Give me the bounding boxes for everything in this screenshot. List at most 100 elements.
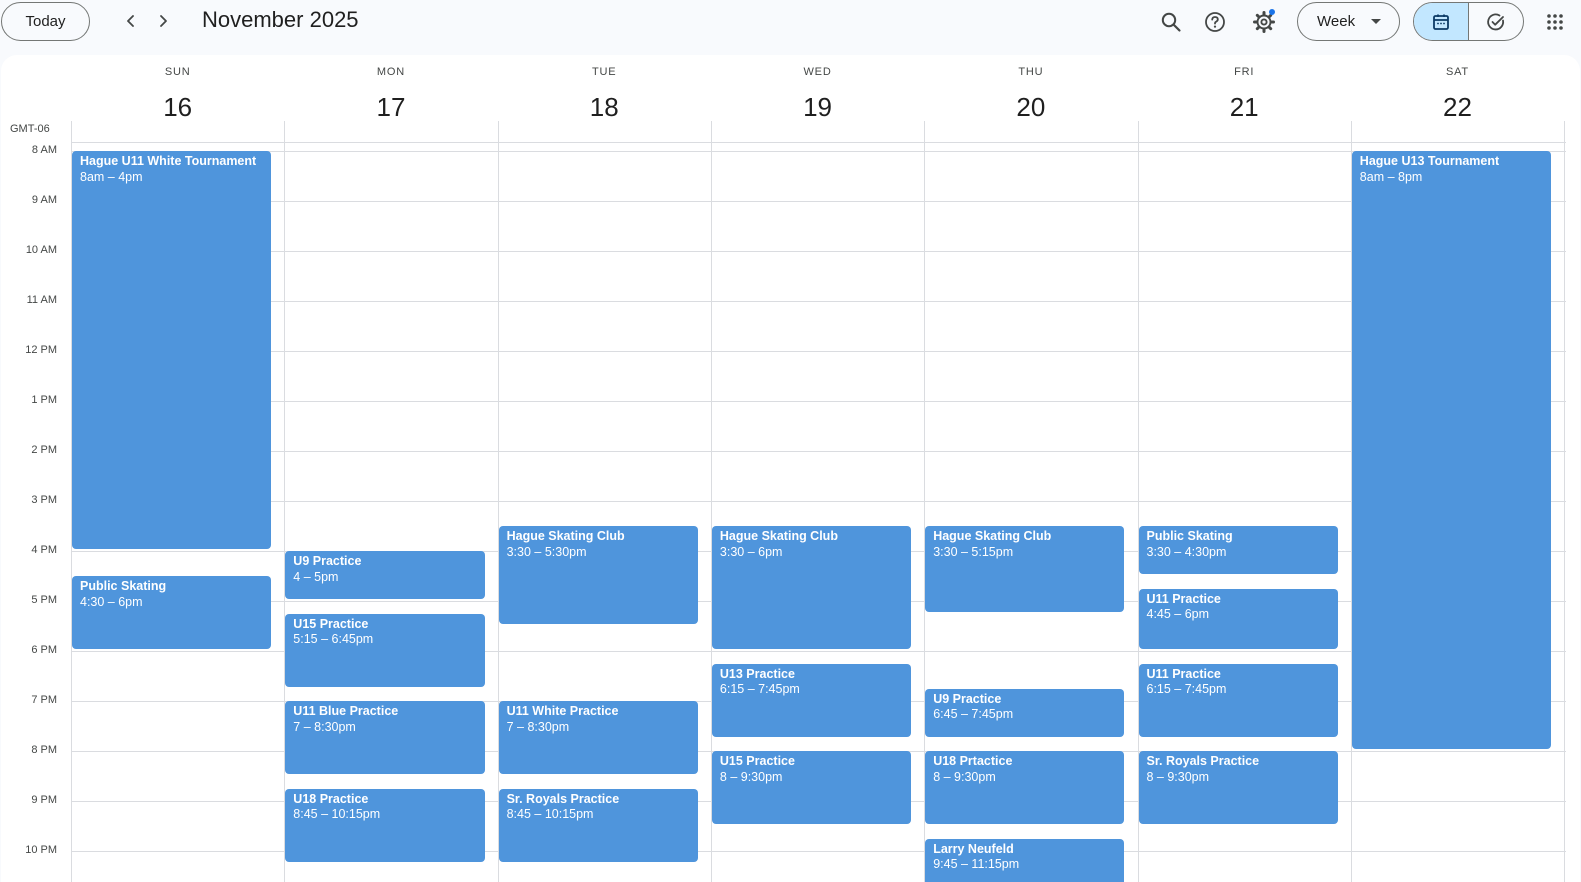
calendar-event[interactable]: U18 Prtactice 8 – 9:30pm: [925, 751, 1125, 824]
calendar-icon: [1432, 14, 1449, 30]
day-number[interactable]: 16: [71, 92, 284, 123]
day-of-week: SAT: [1445, 66, 1469, 78]
event-title: U11 White Practice: [506, 704, 619, 718]
event-time: 8am – 4pm: [80, 169, 143, 184]
day-of-week: FRI: [1234, 66, 1255, 78]
calendar-event[interactable]: U13 Practice 6:15 – 7:45pm: [711, 663, 912, 737]
day-header-fri[interactable]: FRI 21: [1138, 55, 1351, 143]
calendar-event[interactable]: U11 White Practice 7 – 8:30pm: [498, 701, 698, 774]
calendar-event[interactable]: Sr. Royals Practice 8:45 – 10:15pm: [498, 788, 698, 862]
calendar-event[interactable]: Hague U11 White Tournament 8am – 4pm: [72, 151, 272, 549]
tasks-view-button[interactable]: [1469, 3, 1524, 40]
chevron-left-icon: [127, 15, 134, 27]
event-title: U18 Practice: [293, 791, 369, 806]
day-header-thu[interactable]: THU 20: [924, 55, 1137, 143]
calendar-event[interactable]: U11 Blue Practice 7 – 8:30pm: [285, 701, 485, 774]
calendar-event[interactable]: U18 Practice 8:45 – 10:15pm: [285, 788, 485, 862]
hour-label: 10 PM: [25, 844, 57, 856]
day-number[interactable]: 20: [924, 92, 1137, 123]
day-number[interactable]: 17: [284, 92, 497, 123]
event-time: 8am – 8pm: [1359, 169, 1423, 184]
event-time: 3:30 – 4:30pm: [1146, 544, 1227, 559]
calendar-view-button[interactable]: [1414, 3, 1469, 40]
timezone-label: GMT-06: [10, 123, 50, 135]
calendar-event[interactable]: Public Skating 4:30 – 6pm: [72, 576, 272, 649]
hour-label: 6 PM: [31, 644, 57, 656]
event-title: Sr. Royals Practice: [506, 791, 620, 806]
hour-label: 9 PM: [31, 794, 57, 806]
event-time: 4:30 – 6pm: [80, 594, 143, 609]
previous-week-button[interactable]: [118, 8, 144, 34]
month-title: November 2025: [202, 7, 359, 32]
event-time: 5:15 – 6:45pm: [293, 632, 374, 646]
event-title: Hague Skating Club: [933, 529, 1052, 543]
day-of-week: MON: [376, 66, 405, 78]
event-title: Sr. Royals Practice: [1146, 754, 1260, 768]
day-header-wed[interactable]: WED 19: [711, 55, 924, 143]
event-time: 8:45 – 10:15pm: [506, 807, 594, 821]
day-number[interactable]: 22: [1351, 92, 1564, 123]
event-title: U11 Practice: [1146, 666, 1221, 681]
calendar-event[interactable]: Hague Skating Club 3:30 – 5:15pm: [925, 526, 1125, 612]
calendar-event[interactable]: U11 Practice 4:45 – 6pm: [1138, 588, 1338, 649]
calendar-event[interactable]: Hague U13 Tournament 8am – 8pm: [1351, 151, 1552, 749]
day-header-sun[interactable]: SUN 16: [71, 55, 284, 143]
calendar-event[interactable]: Sr. Royals Practice 8 – 9:30pm: [1138, 751, 1338, 824]
apps-grid-icon: [1547, 14, 1563, 30]
event-time: 8:45 – 10:15pm: [293, 807, 381, 821]
event-title: U9 Practice: [293, 554, 362, 568]
day-number[interactable]: 21: [1138, 92, 1351, 123]
calendar-event[interactable]: Hague Skating Club 3:30 – 5:30pm: [498, 526, 698, 624]
chevron-right-icon: [160, 15, 167, 27]
event-title: U15 Practice: [719, 754, 795, 768]
search-icon: [1161, 12, 1181, 32]
top-bar: Today November 2025 Week: [0, 0, 1581, 44]
help-button[interactable]: [1199, 6, 1231, 38]
event-time: 9:45 – 11:15pm: [933, 857, 1020, 871]
event-title: Larry Neufeld: [933, 841, 1014, 856]
hour-label: 3 PM: [31, 494, 57, 506]
day-of-week: THU: [1018, 66, 1044, 78]
settings-button[interactable]: [1248, 6, 1280, 38]
search-button[interactable]: [1155, 6, 1187, 38]
event-time: 3:30 – 5:30pm: [506, 544, 587, 559]
day-header-tue[interactable]: TUE 18: [498, 55, 711, 143]
event-title: U15 Practice: [293, 616, 369, 631]
next-week-button[interactable]: [150, 8, 176, 34]
event-time: 6:45 – 7:45pm: [933, 707, 1014, 721]
event-time: 4:45 – 6pm: [1146, 607, 1210, 621]
event-title: U11 Blue Practice: [293, 704, 399, 718]
hour-label: 7 PM: [31, 694, 57, 706]
calendar-event[interactable]: U11 Practice 6:15 – 7:45pm: [1138, 663, 1338, 737]
day-number[interactable]: 18: [498, 92, 711, 123]
event-time: 6:15 – 7:45pm: [719, 682, 800, 696]
calendar-event[interactable]: U15 Practice 8 – 9:30pm: [711, 751, 912, 824]
event-time: 8 – 9:30pm: [719, 769, 783, 784]
scrollbar-gutter[interactable]: [1566, 55, 1580, 882]
calendar-event[interactable]: Public Skating 3:30 – 4:30pm: [1138, 526, 1338, 574]
calendar-event[interactable]: U9 Practice 4 – 5pm: [285, 551, 485, 599]
hour-label: 4 PM: [31, 544, 57, 556]
hour-label: 11 AM: [26, 294, 57, 306]
day-number[interactable]: 19: [711, 92, 924, 123]
calendar-event[interactable]: Larry Neufeld 9:45 – 11:15pm: [925, 838, 1125, 882]
calendar-event[interactable]: U9 Practice 6:45 – 7:45pm: [925, 688, 1125, 737]
event-title: U9 Practice: [933, 691, 1002, 706]
google-apps-button[interactable]: [1540, 6, 1570, 38]
day-header-mon[interactable]: MON 17: [284, 55, 497, 143]
event-time: 3:30 – 5:15pm: [933, 544, 1014, 559]
day-of-week: WED: [803, 66, 832, 78]
event-title: U11 Practice: [1146, 591, 1221, 606]
calendar-event[interactable]: U15 Practice 5:15 – 6:45pm: [285, 613, 485, 687]
view-selector-label: Week: [1317, 13, 1356, 30]
event-title: U13 Practice: [719, 666, 795, 681]
hour-label: 12 PM: [25, 344, 57, 356]
event-time: 8 – 9:30pm: [1146, 769, 1210, 784]
day-header-sat[interactable]: SAT 22: [1351, 55, 1564, 143]
view-selector[interactable]: Week: [1297, 2, 1400, 41]
hour-label: 8 AM: [31, 144, 57, 156]
app-switcher: [1413, 2, 1524, 41]
help-icon: [1205, 12, 1225, 32]
calendar-event[interactable]: Hague Skating Club 3:30 – 6pm: [711, 526, 912, 649]
today-button[interactable]: Today: [1, 2, 90, 41]
